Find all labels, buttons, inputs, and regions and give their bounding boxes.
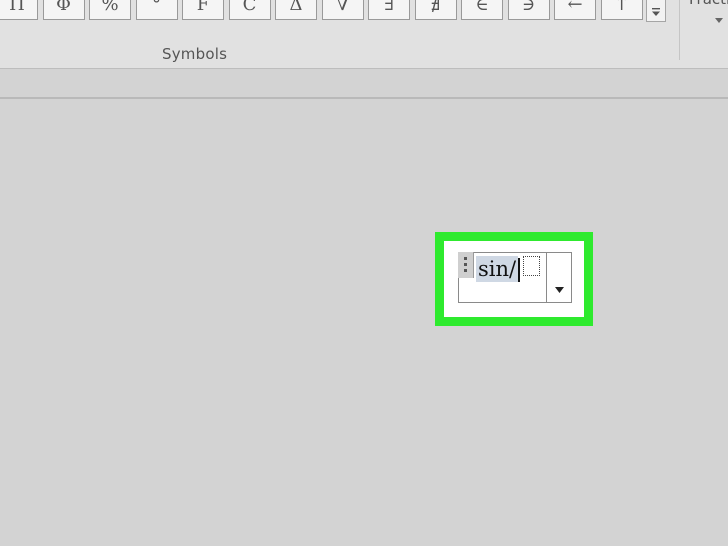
symbol-button-phi[interactable]: Φ [42, 0, 85, 20]
more-arrow-icon [652, 8, 660, 16]
fraction-group-button[interactable]: Fraction [689, 0, 728, 8]
text-caret [518, 258, 520, 282]
symbol-button-percent[interactable]: % [89, 0, 131, 20]
denominator-placeholder[interactable] [523, 256, 540, 276]
symbol-button-up-arrow[interactable]: ↑ [600, 0, 643, 20]
handle-dot [464, 263, 467, 266]
symbol-button-not-exists[interactable]: ∄ [414, 0, 457, 20]
equation-options-button[interactable] [546, 253, 571, 302]
symbol-button-celsius[interactable]: C [228, 0, 271, 20]
symbol-button-delta[interactable]: Δ [275, 0, 317, 20]
dropdown-arrow-icon [554, 287, 564, 293]
symbol-button-contains[interactable]: ∋ [507, 0, 550, 20]
handle-dot [464, 257, 467, 260]
ribbon-divider [0, 97, 728, 99]
equation-text[interactable]: sin/ [476, 256, 519, 282]
chevron-down-icon [715, 18, 723, 23]
symbol-button-nabla[interactable]: ∇ [321, 0, 364, 20]
symbol-button-element-of[interactable]: ∈ [461, 0, 503, 20]
equation-drag-handle[interactable] [458, 252, 474, 278]
symbols-more-button[interactable] [646, 0, 666, 22]
symbol-button-exists[interactable]: ∃ [368, 0, 410, 20]
symbol-button-degree[interactable]: ° [135, 0, 178, 20]
group-separator [679, 0, 680, 60]
equation-ribbon: ΠΦ%°FCΔ∇∃∄∈∋←↑ Symbols Fraction [0, 0, 728, 69]
symbol-button-fahrenheit[interactable]: F [182, 0, 224, 20]
symbols-group-label: Symbols [162, 45, 228, 63]
symbol-button-left-arrow[interactable]: ← [554, 0, 596, 20]
symbol-button-pi[interactable]: Π [0, 0, 38, 20]
handle-dot [464, 269, 467, 272]
